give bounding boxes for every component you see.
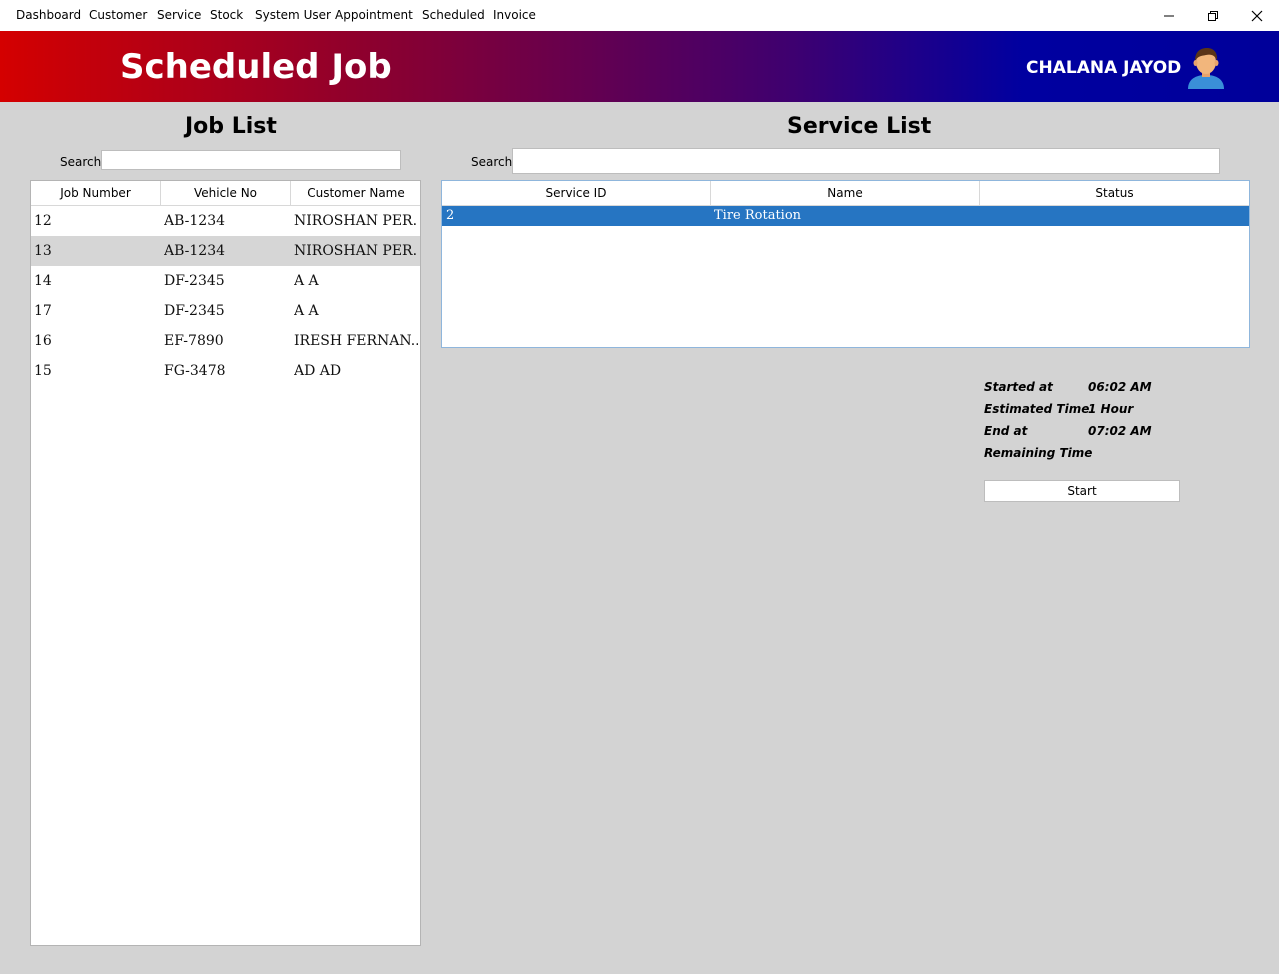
end-at-label: End at: [984, 424, 1028, 438]
job-table-header: Job Number Vehicle No Customer Name: [31, 181, 420, 206]
menu-appointment[interactable]: Appointment: [335, 8, 413, 22]
menu-stock[interactable]: Stock: [210, 8, 243, 22]
service-table-header: Service ID Name Status: [442, 181, 1249, 206]
job-table: Job Number Vehicle No Customer Name 12 A…: [30, 180, 421, 946]
minimize-button[interactable]: [1147, 0, 1191, 31]
cell-job-number: 15: [34, 363, 52, 379]
close-button[interactable]: [1235, 0, 1279, 31]
cell-customer-name: A A: [294, 303, 319, 319]
service-table: Service ID Name Status 2 Tire Rotation: [441, 180, 1250, 348]
cell-customer-name: A A: [294, 273, 319, 289]
table-row[interactable]: 14 DF-2345 A A: [31, 266, 420, 296]
restore-button[interactable]: [1191, 0, 1235, 31]
table-row[interactable]: 17 DF-2345 A A: [31, 296, 420, 326]
menu-bar: Dashboard Customer Service Stock System …: [0, 0, 1279, 31]
page-title: Scheduled Job: [120, 47, 392, 87]
menu-scheduled[interactable]: Scheduled: [422, 8, 485, 22]
service-search-label: Search: [471, 155, 513, 169]
table-row[interactable]: 15 FG-3478 AD AD: [31, 356, 420, 386]
service-search-input[interactable]: [512, 148, 1220, 174]
estimated-time-label: Estimated Time: [984, 402, 1090, 416]
restore-icon: [1208, 10, 1218, 21]
end-at-value: 07:02 AM: [1088, 424, 1152, 438]
menu-system-user[interactable]: System User: [255, 8, 331, 22]
table-row[interactable]: 16 EF-7890 IRESH FERNAN...: [31, 326, 420, 356]
table-row[interactable]: 13 AB-1234 NIROSHAN PER...: [31, 236, 420, 266]
cell-vehicle-no: DF-2345: [164, 273, 225, 289]
cell-service-name: Tire Rotation: [714, 208, 802, 223]
menu-invoice[interactable]: Invoice: [493, 8, 536, 22]
cell-job-number: 17: [34, 303, 52, 319]
table-row[interactable]: 2 Tire Rotation: [442, 206, 1249, 226]
cell-job-number: 16: [34, 333, 52, 349]
col-service-id[interactable]: Service ID: [442, 181, 711, 205]
service-list-title: Service List: [787, 114, 932, 139]
cell-job-number: 14: [34, 273, 52, 289]
col-service-status[interactable]: Status: [980, 181, 1249, 205]
job-list-title: Job List: [185, 114, 277, 139]
header-banner: Scheduled Job CHALANA JAYOD: [0, 31, 1279, 102]
minimize-icon: [1164, 15, 1174, 16]
cell-customer-name: NIROSHAN PER...: [294, 243, 418, 259]
cell-service-id: 2: [446, 208, 455, 223]
cell-vehicle-no: DF-2345: [164, 303, 225, 319]
menu-dashboard[interactable]: Dashboard: [16, 8, 81, 22]
col-vehicle-no[interactable]: Vehicle No: [161, 181, 291, 205]
user-name: CHALANA JAYOD: [1026, 58, 1182, 78]
cell-vehicle-no: EF-7890: [164, 333, 224, 349]
cell-job-number: 13: [34, 243, 52, 259]
job-search-label: Search: [60, 155, 102, 169]
cell-customer-name: IRESH FERNAN...: [294, 333, 418, 349]
col-service-name[interactable]: Name: [711, 181, 980, 205]
cell-vehicle-no: AB-1234: [164, 243, 226, 259]
menu-customer[interactable]: Customer: [89, 8, 147, 22]
start-button[interactable]: Start: [984, 480, 1180, 502]
cell-customer-name: AD AD: [294, 363, 342, 379]
remaining-time-label: Remaining Time: [984, 446, 1093, 460]
col-job-number[interactable]: Job Number: [31, 181, 161, 205]
cell-vehicle-no: AB-1234: [164, 213, 226, 229]
menu-service[interactable]: Service: [157, 8, 201, 22]
started-at-value: 06:02 AM: [1088, 380, 1152, 394]
job-search-input[interactable]: [101, 150, 401, 170]
user-avatar-icon: [1188, 48, 1224, 89]
close-icon: [1251, 10, 1263, 21]
started-at-label: Started at: [984, 380, 1053, 394]
table-row[interactable]: 12 AB-1234 NIROSHAN PER...: [31, 206, 420, 236]
cell-customer-name: NIROSHAN PER...: [294, 213, 418, 229]
cell-job-number: 12: [34, 213, 52, 229]
estimated-time-value: 1 Hour: [1088, 402, 1134, 416]
col-customer-name[interactable]: Customer Name: [291, 181, 420, 205]
cell-vehicle-no: FG-3478: [164, 363, 226, 379]
